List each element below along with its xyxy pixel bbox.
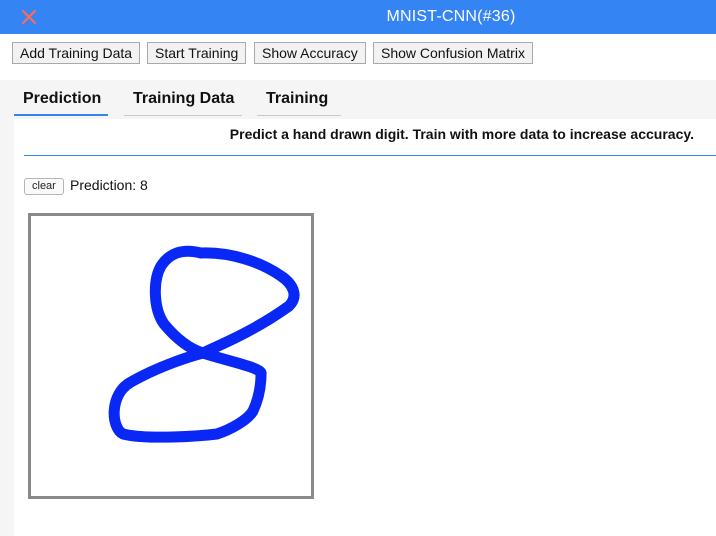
window-title: MNIST-CNN(#36)	[386, 8, 516, 25]
hand-drawn-digit	[108, 245, 300, 443]
toolbar: Add Training Data Start Training Show Ac…	[0, 34, 716, 78]
show-accuracy-button[interactable]: Show Accuracy	[254, 42, 366, 64]
tab-training[interactable]: Training	[257, 80, 341, 116]
prediction-result: Prediction: 8	[70, 177, 148, 193]
tab-prediction[interactable]: Prediction	[14, 80, 108, 116]
start-training-button[interactable]: Start Training	[147, 42, 247, 64]
show-confusion-matrix-button[interactable]: Show Confusion Matrix	[373, 42, 533, 64]
drawing-canvas[interactable]	[28, 213, 314, 499]
title-bar: MNIST-CNN(#36)	[0, 0, 716, 34]
add-training-data-button[interactable]: Add Training Data	[12, 42, 141, 64]
tab-training-data[interactable]: Training Data	[124, 80, 242, 116]
divider	[24, 155, 716, 156]
clear-button[interactable]: clear	[24, 178, 64, 195]
instruction-text: Predict a hand drawn digit. Train with m…	[229, 126, 694, 142]
